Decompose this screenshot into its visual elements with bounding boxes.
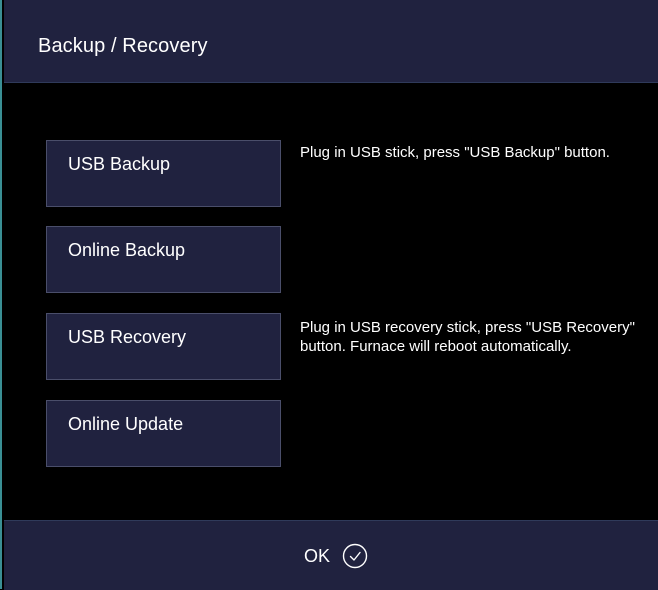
ok-button[interactable]: OK — [304, 541, 368, 571]
dialog-title: Backup / Recovery — [38, 35, 208, 57]
usb-recovery-button[interactable]: USB Recovery — [46, 313, 281, 380]
usb-backup-description: Plug in USB stick, press "USB Backup" bu… — [300, 144, 610, 161]
online-update-button[interactable]: Online Update — [46, 400, 281, 467]
dialog-header: Backup / Recovery — [4, 0, 658, 83]
check-circle-icon — [342, 543, 368, 569]
usb-recovery-label: USB Recovery — [68, 327, 187, 347]
dialog-footer: OK — [4, 520, 658, 590]
online-update-label: Online Update — [68, 414, 184, 434]
online-backup-button[interactable]: Online Backup — [46, 226, 281, 293]
usb-backup-label: USB Backup — [68, 154, 171, 174]
usb-recovery-description: Plug in USB recovery stick, press "USB R… — [300, 319, 635, 355]
online-backup-label: Online Backup — [68, 240, 186, 260]
ok-label: OK — [304, 545, 331, 566]
usb-backup-button[interactable]: USB Backup — [46, 140, 281, 207]
backup-recovery-dialog: Backup / Recovery USB Backup Plug in USB… — [0, 0, 658, 590]
